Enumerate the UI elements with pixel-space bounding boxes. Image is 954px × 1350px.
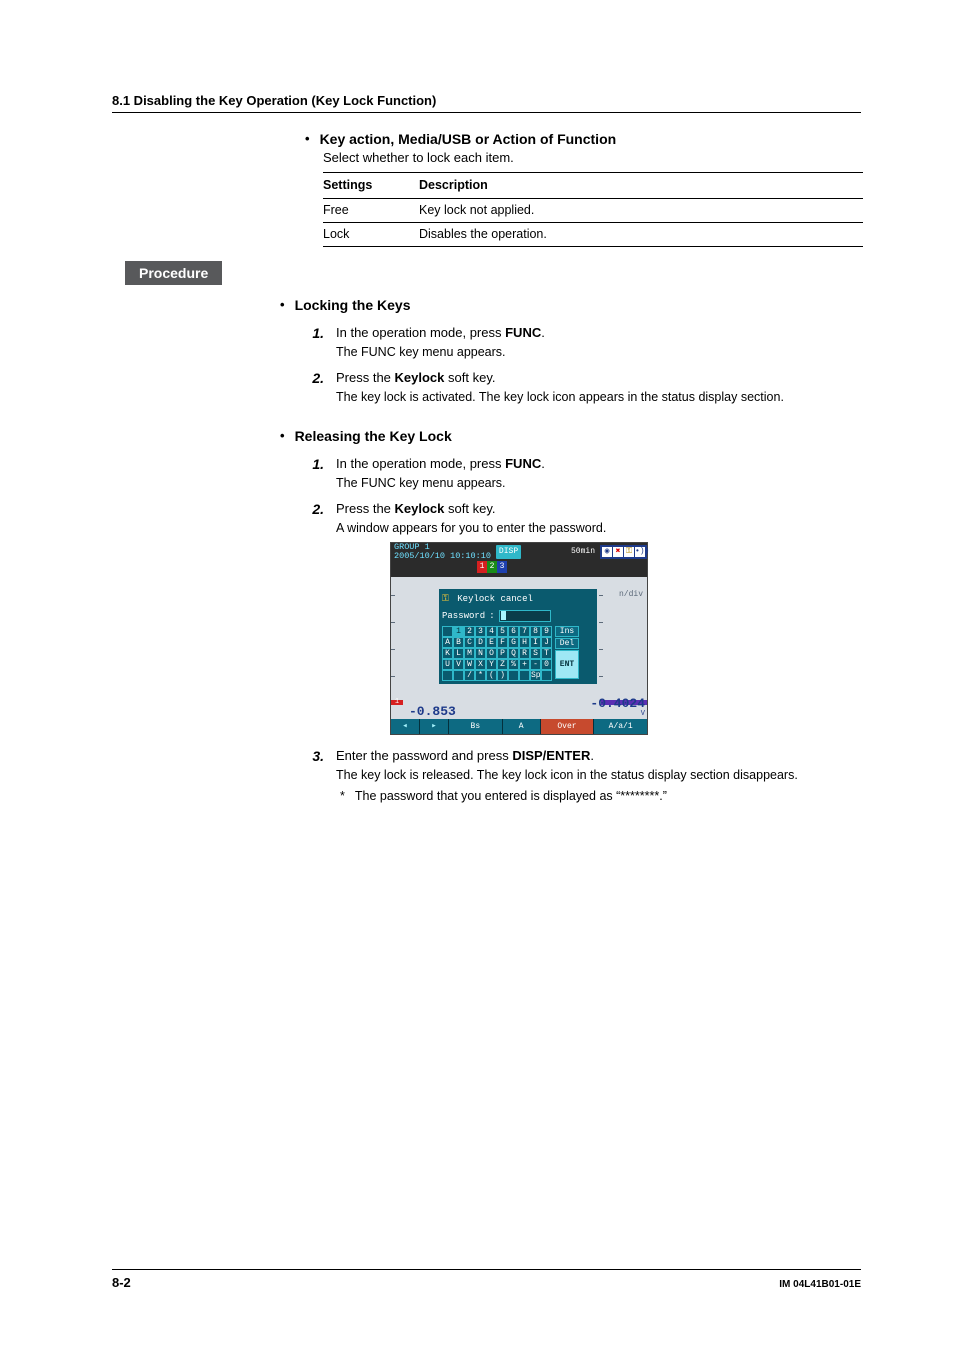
asterisk-text: The password that you entered is display… — [355, 788, 667, 806]
time-scale: 50min — [571, 546, 595, 557]
step-1: 1. In the operation mode, press FUNC. Th… — [304, 324, 865, 362]
page: 8.1 Disabling the Key Operation (Key Loc… — [0, 0, 954, 1350]
bullet-icon: • — [280, 296, 285, 316]
step-text: . — [541, 325, 545, 340]
step-r3: 3. Enter the password and press DISP/ENT… — [304, 747, 865, 785]
step-text: . — [541, 456, 545, 471]
running-header: 8.1 Disabling the Key Operation (Key Loc… — [112, 93, 436, 108]
page-number: 8-2 — [112, 1275, 131, 1290]
cell-description: Disables the operation. — [419, 223, 863, 247]
func-keyword: FUNC — [505, 325, 541, 340]
table-header-description: Description — [419, 173, 863, 199]
step-text: Enter the password and press — [336, 748, 512, 763]
step-note: The key lock is released. The key lock i… — [336, 767, 865, 785]
step-number-icon: 1. — [304, 324, 324, 362]
procedure-tag: Procedure — [125, 261, 222, 285]
section-title: Key action, Media/USB or Action of Funct… — [320, 130, 617, 149]
key-icon: ⚿ — [442, 594, 449, 604]
colon: : — [489, 610, 494, 623]
doc-id: IM 04L41B01-01E — [779, 1279, 861, 1290]
step-text: . — [590, 748, 594, 763]
status-iconbar: ◉ ✖ ⚿ •)) — [600, 545, 647, 559]
bullet-icon: • — [305, 130, 310, 149]
onscreen-keyboard[interactable]: 123456789 ABCDEFGHIJ KLMNOPQRST UVWXYZ%+… — [442, 626, 552, 681]
cell-setting: Free — [323, 199, 419, 223]
step-text: In the operation mode, press — [336, 325, 505, 340]
asterisk-note: * The password that you entered is displ… — [340, 788, 865, 806]
ent-button[interactable]: ENT — [555, 650, 579, 679]
password-label: Password — [442, 610, 485, 623]
case-toggle-button[interactable]: A/a/1 — [594, 719, 647, 734]
channel-1-marker: 1 — [391, 700, 403, 705]
table-row: Free Key lock not applied. — [323, 199, 863, 223]
dialog-title: Keylock cancel — [457, 594, 533, 604]
locking-title: Locking the Keys — [295, 296, 411, 316]
header-rule — [112, 112, 861, 113]
step-number-icon: 2. — [304, 369, 324, 407]
status-icon: •)) — [635, 547, 645, 557]
keylock-cancel-dialog: ⚿ Keylock cancel Password : — [439, 589, 597, 684]
step-note: A window appears for you to enter the pa… — [336, 520, 865, 538]
step-note: The key lock is activated. The key lock … — [336, 389, 865, 407]
step-note: The FUNC key menu appears. — [336, 344, 865, 362]
step-text: soft key. — [444, 370, 495, 385]
section-key-action: • Key action, Media/USB or Action of Fun… — [305, 130, 865, 247]
step-text: In the operation mode, press — [336, 456, 505, 471]
del-button[interactable]: Del — [555, 638, 579, 649]
a-button[interactable]: A — [503, 719, 541, 734]
settings-table: Settings Description Free Key lock not a… — [323, 172, 863, 247]
func-keyword: FUNC — [505, 456, 541, 471]
bullet-icon: • — [280, 427, 285, 447]
disp-badge: DISP — [496, 545, 521, 558]
step-r2: 2. Press the Keylock soft key. A window … — [304, 500, 865, 735]
dispenter-keyword: DISP/ENTER — [512, 748, 590, 763]
cell-description: Key lock not applied. — [419, 199, 863, 223]
step-text: Press the — [336, 370, 395, 385]
record-icon: ◉ — [602, 547, 612, 557]
right-arrow-button[interactable]: ▸ — [420, 719, 449, 734]
step-number-icon: 1. — [304, 455, 324, 493]
alarm-icon: ✖ — [613, 547, 623, 557]
keylock-keyword: Keylock — [395, 370, 445, 385]
section-subtitle: Select whether to lock each item. — [323, 149, 865, 167]
step-text: Press the — [336, 501, 395, 516]
step-number-icon: 2. — [304, 500, 324, 735]
password-input[interactable] — [499, 610, 551, 622]
step-number-icon: 3. — [304, 747, 324, 785]
step-r1: 1. In the operation mode, press FUNC. Th… — [304, 455, 865, 493]
table-row: Lock Disables the operation. — [323, 223, 863, 247]
left-arrow-button[interactable]: ◂ — [391, 719, 420, 734]
asterisk-icon: * — [340, 788, 345, 806]
tab-3[interactable]: 3 — [497, 561, 507, 573]
step-text: soft key. — [444, 501, 495, 516]
table-header-settings: Settings — [323, 173, 419, 199]
step-2: 2. Press the Keylock soft key. The key l… — [304, 369, 865, 407]
device-screenshot: GROUP 1 2005/10/10 10:10:10 DISP 50min ◉… — [390, 542, 648, 735]
tab-1[interactable]: 1 — [477, 561, 487, 573]
ndiv-label: n/div — [619, 589, 643, 600]
releasing-title: Releasing the Key Lock — [295, 427, 452, 447]
step-note: The FUNC key menu appears. — [336, 475, 865, 493]
ins-button[interactable]: Ins — [555, 626, 579, 637]
device-chart-area: 1 -0.853 ⚿ Keylock cancel Password — [391, 577, 647, 719]
tab-2[interactable]: 2 — [487, 561, 497, 573]
device-softkeys: ◂ ▸ Bs A Over A/a/1 — [391, 719, 647, 734]
keylock-keyword: Keylock — [395, 501, 445, 516]
bs-button[interactable]: Bs — [449, 719, 503, 734]
value-right: -0.4024 V — [590, 699, 645, 719]
cell-setting: Lock — [323, 223, 419, 247]
over-button[interactable]: Over — [541, 719, 595, 734]
footer-rule — [112, 1269, 861, 1270]
device-tabs: 1 2 3 — [391, 561, 647, 577]
device-titlebar: GROUP 1 2005/10/10 10:10:10 DISP 50min ◉… — [391, 543, 647, 561]
device-group-label: GROUP 1 2005/10/10 10:10:10 — [391, 543, 494, 561]
procedure-body: • Locking the Keys 1. In the operation m… — [280, 292, 865, 805]
keylock-icon: ⚿ — [624, 547, 634, 557]
